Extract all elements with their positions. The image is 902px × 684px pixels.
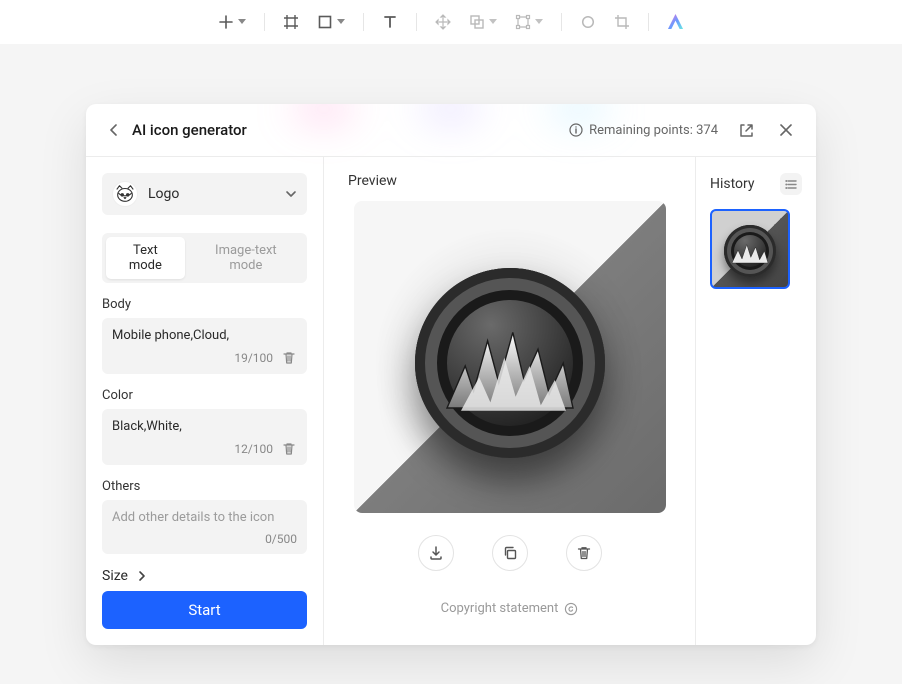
trash-icon: [576, 545, 592, 561]
copy-icon: [502, 545, 518, 561]
frame-tool[interactable]: [283, 14, 299, 30]
list-icon: [785, 178, 798, 191]
move-tool[interactable]: [435, 14, 451, 30]
text-icon: [382, 14, 398, 30]
history-title: History: [710, 176, 755, 192]
ai-icon: [667, 13, 685, 31]
modal-header: AI icon generator Remaining points: 374: [86, 104, 816, 157]
text-tool[interactable]: [382, 14, 398, 30]
others-counter: 0/500: [265, 532, 297, 546]
body-counter: 19/100: [234, 351, 273, 365]
chevron-down-icon: [238, 19, 246, 24]
shape-tool[interactable]: [317, 14, 345, 30]
modal-overlay: AI icon generator Remaining points: 374: [0, 44, 902, 684]
copy-button[interactable]: [492, 535, 528, 571]
copyright-link[interactable]: Copyright statement: [348, 601, 671, 616]
toolbar-separator: [363, 13, 364, 31]
color-value: Black,White,: [112, 419, 297, 435]
history-thumbnail-icon: [724, 225, 776, 277]
size-expander[interactable]: Size: [102, 568, 307, 584]
start-button[interactable]: Start: [102, 591, 307, 629]
ai-generator-modal: AI icon generator Remaining points: 374: [86, 104, 816, 645]
color-clear-button[interactable]: [281, 441, 297, 457]
points-label: Remaining points: 374: [589, 123, 718, 138]
color-group: Color Black,White, 12/100: [102, 388, 307, 465]
modal-title: AI icon generator: [132, 121, 569, 139]
crop-tool[interactable]: [614, 14, 630, 30]
popout-icon: [739, 123, 754, 138]
body-label: Body: [102, 297, 307, 312]
frame-icon: [283, 14, 299, 30]
toolbar-separator: [264, 13, 265, 31]
close-icon: [779, 123, 793, 137]
tab-text-mode[interactable]: Text mode: [106, 237, 185, 279]
trash-icon: [282, 351, 296, 365]
history-panel: History: [696, 157, 816, 645]
remaining-points: Remaining points: 374: [569, 123, 718, 138]
chevron-down-icon: [489, 19, 497, 24]
toolbar-separator: [561, 13, 562, 31]
ai-tool[interactable]: [667, 13, 685, 31]
crop-icon: [614, 14, 630, 30]
chevron-left-icon: [108, 124, 120, 136]
chevron-right-icon: [136, 570, 148, 582]
edit-points-tool[interactable]: [515, 14, 543, 30]
others-field[interactable]: Add other details to the icon 0/500: [102, 500, 307, 554]
preview-title: Preview: [348, 173, 671, 189]
size-label: Size: [102, 568, 128, 584]
mode-tabs: Text mode Image-text mode: [102, 233, 307, 283]
settings-panel: Logo Text mode Image-text mode Body Mobi…: [86, 157, 324, 645]
add-tool[interactable]: [218, 14, 246, 30]
icon-type-dropdown[interactable]: Logo: [102, 173, 307, 215]
logo-preset-icon: [112, 181, 138, 207]
body-value: Mobile phone,Cloud,: [112, 328, 297, 344]
mask-tool[interactable]: [580, 14, 596, 30]
others-label: Others: [102, 479, 307, 494]
others-placeholder: Add other details to the icon: [112, 510, 297, 526]
preview-actions: [348, 535, 671, 571]
boolean-tool[interactable]: [469, 14, 497, 30]
others-group: Others Add other details to the icon 0/5…: [102, 479, 307, 554]
icon-type-label: Logo: [148, 186, 275, 202]
back-button[interactable]: [104, 120, 124, 140]
copyright-icon: [564, 602, 578, 616]
preview-image: [354, 201, 666, 513]
body-group: Body Mobile phone,Cloud, 19/100: [102, 297, 307, 374]
chevron-down-icon: [337, 19, 345, 24]
history-view-toggle[interactable]: [780, 173, 802, 195]
body-field[interactable]: Mobile phone,Cloud, 19/100: [102, 318, 307, 374]
popout-button[interactable]: [734, 118, 758, 142]
copyright-label: Copyright statement: [441, 601, 559, 616]
plus-icon: [218, 14, 234, 30]
move-icon: [435, 14, 451, 30]
history-item[interactable]: [710, 209, 790, 289]
chevron-down-icon: [285, 188, 297, 200]
download-icon: [428, 545, 444, 561]
toolbar-separator: [648, 13, 649, 31]
nodes-icon: [515, 14, 531, 30]
square-icon: [317, 14, 333, 30]
color-label: Color: [102, 388, 307, 403]
body-clear-button[interactable]: [281, 350, 297, 366]
delete-button[interactable]: [566, 535, 602, 571]
download-button[interactable]: [418, 535, 454, 571]
top-toolbar: [0, 0, 902, 44]
info-icon: [569, 123, 583, 137]
generated-icon: [415, 268, 605, 458]
trash-icon: [282, 442, 296, 456]
close-button[interactable]: [774, 118, 798, 142]
color-field[interactable]: Black,White, 12/100: [102, 409, 307, 465]
circle-icon: [580, 14, 596, 30]
preview-panel: Preview: [324, 157, 696, 645]
boolean-icon: [469, 14, 485, 30]
chevron-down-icon: [535, 19, 543, 24]
tab-image-text-mode[interactable]: Image-text mode: [189, 237, 303, 279]
color-counter: 12/100: [234, 442, 273, 456]
toolbar-separator: [416, 13, 417, 31]
